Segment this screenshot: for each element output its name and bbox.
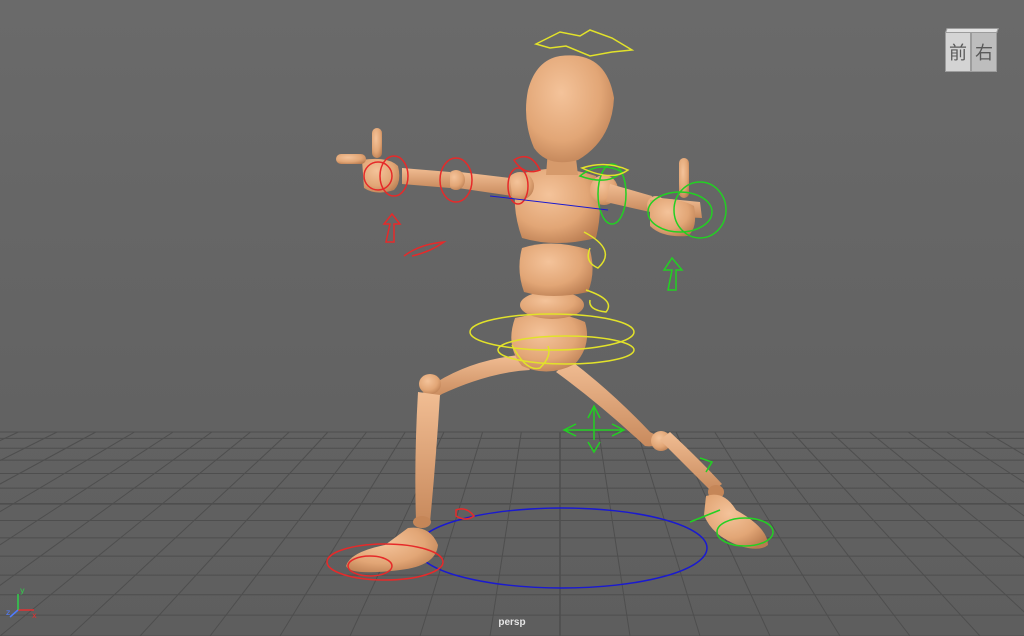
view-cube-right-label: 右 (975, 43, 993, 64)
spine-mid-control[interactable] (585, 289, 610, 313)
view-cube-front-label: 前 (949, 43, 967, 64)
3d-viewport[interactable]: 前 右 x y z persp (0, 0, 1024, 636)
ground-grid (0, 431, 1024, 636)
axis-y-label: y (20, 586, 25, 595)
chest-lower (519, 243, 593, 296)
right-elbow-pole-control[interactable] (662, 256, 684, 291)
left-shin (415, 392, 440, 522)
right-upper-arm (606, 184, 652, 212)
left-upper-arm (458, 172, 512, 196)
grid-line (489, 431, 522, 636)
left-clavicle-control[interactable] (512, 155, 542, 173)
left-arm-fk-control[interactable] (403, 241, 447, 257)
grid-line (69, 431, 290, 636)
head (526, 55, 614, 163)
grid-line (907, 431, 1024, 517)
view-cube[interactable]: 前 右 (944, 28, 1000, 76)
axis-z-label: z (6, 608, 11, 617)
left-ankle (413, 516, 431, 528)
left-thumb (372, 128, 382, 158)
camera-label: persp (498, 617, 526, 628)
left-elbow-pole-control[interactable] (382, 212, 402, 243)
view-cube-front[interactable]: 前 (945, 32, 971, 72)
head-control[interactable] (533, 29, 635, 57)
grid-line (598, 431, 631, 636)
grid-line (869, 431, 1024, 559)
left-finger (336, 154, 366, 164)
left-knee (419, 374, 441, 394)
scene-canvas[interactable] (0, 0, 1024, 636)
grid-line (985, 431, 1024, 456)
grid-line (946, 431, 1024, 483)
view-cube-right[interactable]: 右 (971, 32, 997, 72)
left-forearm (402, 168, 450, 188)
